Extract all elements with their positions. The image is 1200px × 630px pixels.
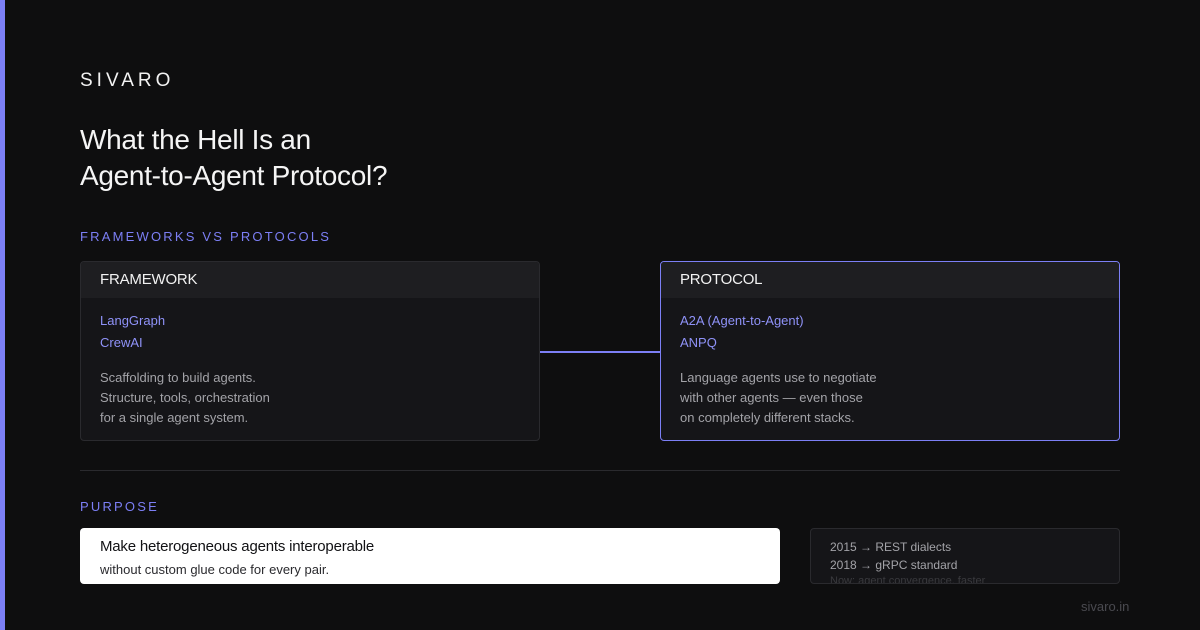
timeline-entry: 2015 → REST dialects [830,540,952,554]
brand-logo: SIVARO [80,70,175,91]
protocol-card-description: Language agents use to negotiate with ot… [661,354,1119,428]
purpose-callout: Make heterogeneous agents interoperable … [80,528,780,584]
framework-item: CrewAI [100,335,143,350]
protocol-desc-line: with other agents — even those [680,390,863,405]
section-divider [80,470,1120,471]
protocol-desc-line: on completely different stacks. [680,410,855,425]
footer-url: sivaro.in [1081,599,1130,614]
protocol-item: A2A (Agent-to-Agent) [680,313,804,328]
timeline-box: 2015 → REST dialects 2018 → gRPC standar… [810,528,1120,584]
purpose-heading: Make heterogeneous agents interoperable [100,538,375,555]
timeline-entry-faded: Now: agent convergence, faster [830,575,986,584]
timeline-entry: 2018 → gRPC standard [830,558,958,572]
framework-card-items: LangGraph CrewAI [81,298,539,354]
framework-card-heading: FRAMEWORK [81,262,539,298]
protocol-card-heading: PROTOCOL [661,262,1119,298]
framework-card: FRAMEWORK LangGraph CrewAI Scaffolding t… [80,261,540,441]
framework-desc-line: Structure, tools, orchestration [100,390,270,405]
section-label-purpose: PURPOSE [80,499,159,514]
slide: SIVARO What the Hell Is an Agent-to-Agen… [0,0,1200,630]
protocol-item: ANPQ [680,335,717,350]
framework-desc-line: for a single agent system. [100,410,249,425]
section-label-frameworks: FRAMEWORKS VS PROTOCOLS [80,229,332,244]
connector-arrow-icon [540,346,672,358]
framework-card-description: Scaffolding to build agents. Structure, … [81,354,539,428]
protocol-desc-line: Language agents use to negotiate [680,370,877,385]
framework-item: LangGraph [100,313,166,328]
protocol-card-items: A2A (Agent-to-Agent) ANPQ [661,298,1119,354]
left-accent-bar [0,0,5,630]
page-title: What the Hell Is an Agent-to-Agent Proto… [80,122,388,194]
purpose-subtext: without custom glue code for every pair. [100,562,330,577]
protocol-card: PROTOCOL A2A (Agent-to-Agent) ANPQ Langu… [660,261,1120,441]
title-line-2: Agent-to-Agent Protocol? [80,160,388,191]
framework-desc-line: Scaffolding to build agents. [100,370,256,385]
title-line-1: What the Hell Is an [80,124,311,155]
